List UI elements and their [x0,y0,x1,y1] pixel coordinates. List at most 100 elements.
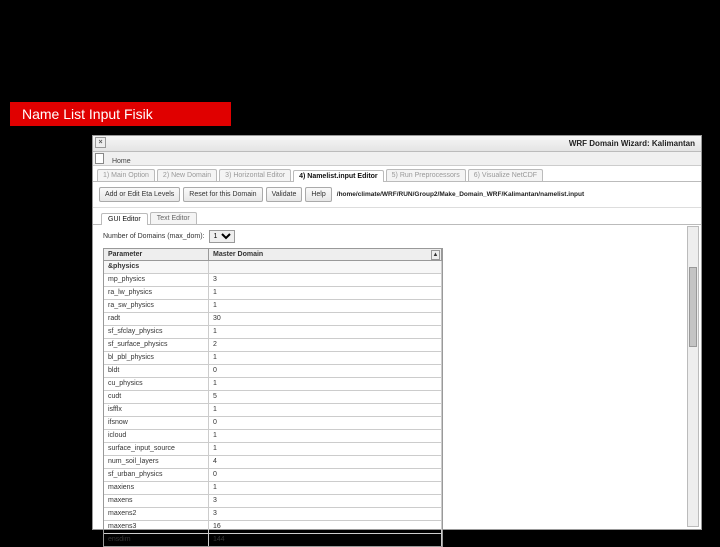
domain-count-row: Number of Domains (max_dom): 1 [93,225,701,248]
help-button[interactable]: Help [305,187,331,202]
table-row: num_soil_layers4 [104,456,442,469]
table-row: ensdim144 [104,534,442,546]
param-name: maxens3 [104,521,209,533]
param-name: cu_physics [104,378,209,390]
table-row: maxens316 [104,521,442,534]
table-row: &physics [104,261,442,274]
param-value[interactable]: 5 [209,391,442,403]
param-value[interactable]: 2 [209,339,442,351]
tab-namelist-input-editor[interactable]: 4) Namelist.input Editor [293,170,384,182]
param-name: ensdim [104,534,209,546]
param-value[interactable]: 1 [209,300,442,312]
param-name: bl_pbl_physics [104,352,209,364]
tab-horizontal-editor[interactable]: 3) Horizontal Editor [219,169,291,181]
table-row: isfflx1 [104,404,442,417]
tab-new-domain[interactable]: 2) New Domain [157,169,217,181]
menu-home[interactable]: Home [112,158,131,165]
param-value[interactable]: 30 [209,313,442,325]
reset-domain-button[interactable]: Reset for this Domain [183,187,262,202]
param-name: mp_physics [104,274,209,286]
editor-subtab-strip: GUI Editor Text Editor [93,208,701,225]
param-value[interactable]: 1 [209,326,442,338]
table-header: Parameter Master Domain ▲ [104,249,442,261]
param-name: ifsnow [104,417,209,429]
param-name: bldt [104,365,209,377]
table-row: maxens23 [104,508,442,521]
param-value[interactable]: 1 [209,352,442,364]
col-parameter: Parameter [104,249,209,260]
param-name: ra_sw_physics [104,300,209,312]
table-row: ra_sw_physics1 [104,300,442,313]
parameter-table: Parameter Master Domain ▲ &physicsmp_phy… [103,248,443,547]
eta-levels-button[interactable]: Add or Edit Eta Levels [99,187,180,202]
subtab-gui-editor[interactable]: GUI Editor [101,213,148,225]
col-master-domain: Master Domain ▲ [209,249,442,260]
tab-visualize-netcdf[interactable]: 6) Visualize NetCDF [468,169,543,181]
param-value[interactable]: 3 [209,495,442,507]
param-value[interactable]: 0 [209,365,442,377]
home-icon[interactable] [95,153,104,164]
param-value[interactable]: 1 [209,443,442,455]
param-name: cudt [104,391,209,403]
table-row: sf_surface_physics2 [104,339,442,352]
table-row: sf_urban_physics0 [104,469,442,482]
table-row: ra_lw_physics1 [104,287,442,300]
tab-main-option[interactable]: 1) Main Option [97,169,155,181]
table-row: bl_pbl_physics1 [104,352,442,365]
table-row: mp_physics3 [104,274,442,287]
param-name: maxiens [104,482,209,494]
param-name: ra_lw_physics [104,287,209,299]
table-row: sf_sfclay_physics1 [104,326,442,339]
param-name: icloud [104,430,209,442]
domain-count-select[interactable]: 1 [209,230,235,243]
title-bar: × WRF Domain Wizard: Kalimantan [93,136,701,152]
table-row: maxens3 [104,495,442,508]
toolbar: Add or Edit Eta Levels Reset for this Do… [93,182,701,208]
table-row: ifsnow0 [104,417,442,430]
col-master-domain-label: Master Domain [213,251,263,258]
param-value[interactable]: 4 [209,456,442,468]
menu-bar: Home [93,152,701,166]
param-value[interactable]: 144 [209,534,442,546]
table-row: radt30 [104,313,442,326]
param-name: maxens [104,495,209,507]
param-name: sf_urban_physics [104,469,209,481]
scrollbar-thumb[interactable] [689,267,697,347]
param-name: sf_sfclay_physics [104,326,209,338]
namelist-path: /home/climate/WRF/RUN/Group2/Make_Domain… [337,191,584,198]
param-value[interactable]: 3 [209,274,442,286]
scroll-up-icon[interactable]: ▲ [431,250,440,260]
close-icon[interactable]: × [95,137,106,148]
subtab-text-editor[interactable]: Text Editor [150,212,197,224]
param-value[interactable]: 0 [209,469,442,481]
param-name: isfflx [104,404,209,416]
validate-button[interactable]: Validate [266,187,303,202]
param-name: &physics [104,261,209,273]
table-row: icloud1 [104,430,442,443]
table-row: cudt5 [104,391,442,404]
table-row: bldt0 [104,365,442,378]
annotation-label: Name List Input Fisik [8,100,233,128]
table-row: maxiens1 [104,482,442,495]
tab-run-preprocessors[interactable]: 5) Run Preprocessors [386,169,466,181]
param-name: surface_input_source [104,443,209,455]
param-value[interactable]: 0 [209,417,442,429]
param-name: radt [104,313,209,325]
param-value[interactable]: 16 [209,521,442,533]
param-value[interactable]: 1 [209,378,442,390]
wrf-domain-wizard-window: × WRF Domain Wizard: Kalimantan Home 1) … [92,135,702,530]
param-name: sf_surface_physics [104,339,209,351]
domain-count-label: Number of Domains (max_dom): [103,233,205,240]
param-value[interactable]: 3 [209,508,442,520]
main-tab-strip: 1) Main Option 2) New Domain 3) Horizont… [93,166,701,182]
table-row: surface_input_source1 [104,443,442,456]
vertical-scrollbar[interactable] [687,226,699,527]
param-value[interactable]: 1 [209,430,442,442]
window-title: WRF Domain Wizard: Kalimantan [569,139,695,148]
param-value[interactable]: 1 [209,404,442,416]
param-value[interactable]: 1 [209,287,442,299]
param-value[interactable] [209,261,442,273]
param-value[interactable]: 1 [209,482,442,494]
param-name: maxens2 [104,508,209,520]
param-name: num_soil_layers [104,456,209,468]
